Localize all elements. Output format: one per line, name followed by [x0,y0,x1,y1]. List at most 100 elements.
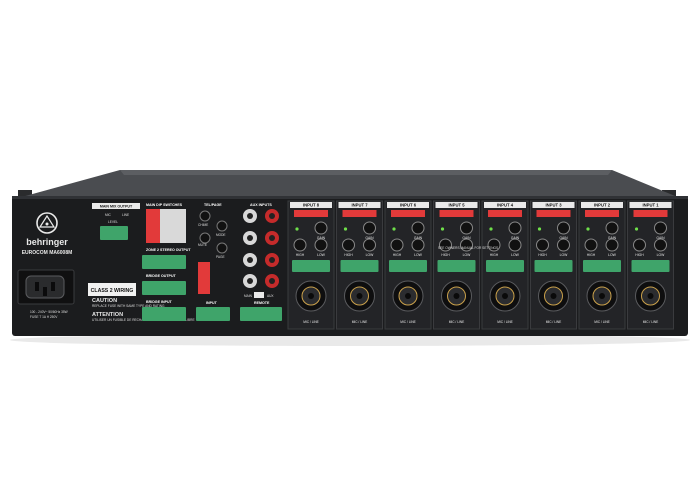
main-aux-switch[interactable] [254,292,264,298]
svg-text:ZONE 2 STEREO OUTPUT: ZONE 2 STEREO OUTPUT [146,248,191,252]
remote-terminal[interactable] [240,307,282,321]
mic-line-label: MIC / LINE [449,320,465,324]
low-knob[interactable] [363,238,376,252]
low-knob[interactable] [605,238,619,252]
gain-knob[interactable] [557,221,570,235]
gain-knob[interactable] [460,221,473,235]
gain-knob[interactable] [314,221,328,235]
gain-knob[interactable] [363,221,376,235]
svg-text:CLASS 2 WIRING: CLASS 2 WIRING [91,288,134,294]
low-knob[interactable] [557,238,570,252]
signal-led [634,227,639,231]
low-label: LOW [560,253,569,257]
low-knob[interactable] [508,238,522,252]
mic-line-label: MIC / LINE [352,320,368,324]
channel-strip: INPUT 4GAINHIGH LOWMIC / LINE [481,200,529,330]
high-knob[interactable] [293,238,307,252]
brand-name: behringer [26,237,68,247]
signal-led [343,227,348,231]
svg-text:MAIN DIP SWITCHES: MAIN DIP SWITCHES [146,203,183,207]
channel-strip: INPUT 1GAINHIGH LOWMIC / LINE [627,200,674,330]
channel-terminal[interactable] [340,260,379,272]
channel-terminal[interactable] [389,260,427,272]
main-mix-output-label: MAIN MIX OUTPUT [100,205,133,209]
svg-text:BRIDGE OUTPUT: BRIDGE OUTPUT [146,274,177,278]
bridge-output-terminal[interactable] [142,281,186,295]
gain-knob[interactable] [654,221,667,235]
signal-led [392,227,396,231]
model-name: EUROCOM MA6008M [22,250,73,256]
gain-knob[interactable] [605,221,619,235]
mic-line-label: MIC / LINE [546,320,562,324]
gain-knob[interactable] [411,221,425,235]
svg-text:BRIDGE INPUT: BRIDGE INPUT [146,300,173,304]
mic-line-label: MIC / LINE [594,320,610,324]
svg-text:REMOTE: REMOTE [254,301,270,305]
tel-input-terminal[interactable] [196,307,230,321]
tel-dip-switch-bank[interactable] [198,262,210,294]
channel-dip-switch[interactable] [536,210,571,217]
low-label: LOW [366,253,375,257]
high-label: HIGH [441,253,450,257]
svg-text:TEL/PAGE: TEL/PAGE [204,203,222,207]
mic-line-label: MIC / LINE [497,320,513,324]
chime-knob[interactable] [199,210,211,222]
main-dip-switch-bank[interactable] [146,209,160,243]
bridge-input-terminal[interactable] [142,307,186,321]
channel-dip-switch[interactable] [633,210,668,217]
high-knob[interactable] [633,238,646,252]
high-knob[interactable] [536,238,549,252]
channel-strip: INPUT 2GAINHIGH LOWMIC / LINE [578,200,626,330]
channel-label: INPUT 3 [545,203,562,208]
mic-line-label: MIC / LINE [400,320,416,324]
channel-label: INPUT 8 [303,203,320,208]
low-knob[interactable] [314,238,328,252]
power-spec: 100 - 240V~ 50/60Hz 35W [30,310,68,314]
channel-dip-switch[interactable] [294,210,328,217]
low-label: LOW [657,253,666,257]
svg-text:CHIME: CHIME [198,223,208,227]
svg-text:LEVEL: LEVEL [108,220,118,224]
channel-terminal[interactable] [486,260,524,272]
channel-dip-switch[interactable] [439,210,474,217]
high-label: HIGH [587,253,596,257]
channel-label: INPUT 5 [448,203,465,208]
mute-knob[interactable] [199,232,211,244]
low-label: LOW [317,253,326,257]
channel-strip: INPUT 6GAINHIGH LOWMIC / LINE [384,200,432,330]
channel-strip: INPUT 8GAINHIGH LOWMIC / LINE [287,200,335,330]
channel-dip-switch[interactable] [342,210,377,217]
channel-dip-switch[interactable] [585,210,619,217]
low-label: LOW [608,253,617,257]
page-knob[interactable] [216,242,228,254]
zone-terminal[interactable] [142,255,186,269]
svg-text:AUX: AUX [267,294,274,298]
high-knob[interactable] [390,238,404,252]
channel-terminal[interactable] [437,260,476,272]
gain-knob[interactable] [508,221,522,235]
channel-terminal[interactable] [292,260,330,272]
svg-text:MUTE: MUTE [198,243,207,247]
channel-terminal[interactable] [583,260,621,272]
mode-knob[interactable] [216,220,228,232]
high-knob[interactable] [342,238,355,252]
channel-terminal[interactable] [534,260,573,272]
high-knob[interactable] [584,238,598,252]
channel-terminal[interactable] [631,260,670,272]
high-label: HIGH [538,253,547,257]
signal-led [440,227,445,231]
channel-dip-switch[interactable] [488,210,522,217]
channel-strip: INPUT 3GAINHIGH LOWMIC / LINE [530,200,577,330]
signal-led [489,227,493,231]
high-label: HIGH [344,253,353,257]
low-knob[interactable] [654,238,667,252]
channel-label: INPUT 2 [594,203,611,208]
svg-text:INPUT: INPUT [206,301,218,305]
signal-led [586,227,590,231]
channel-dip-switch[interactable] [391,210,425,217]
product-photo: behringer EUROCOM MA6008M 100 - 240V~ 50… [10,170,690,346]
main-mix-terminal[interactable] [100,226,128,240]
low-knob[interactable] [411,238,425,252]
channel-label: INPUT 6 [400,203,417,208]
svg-text:LINE: LINE [122,213,129,217]
